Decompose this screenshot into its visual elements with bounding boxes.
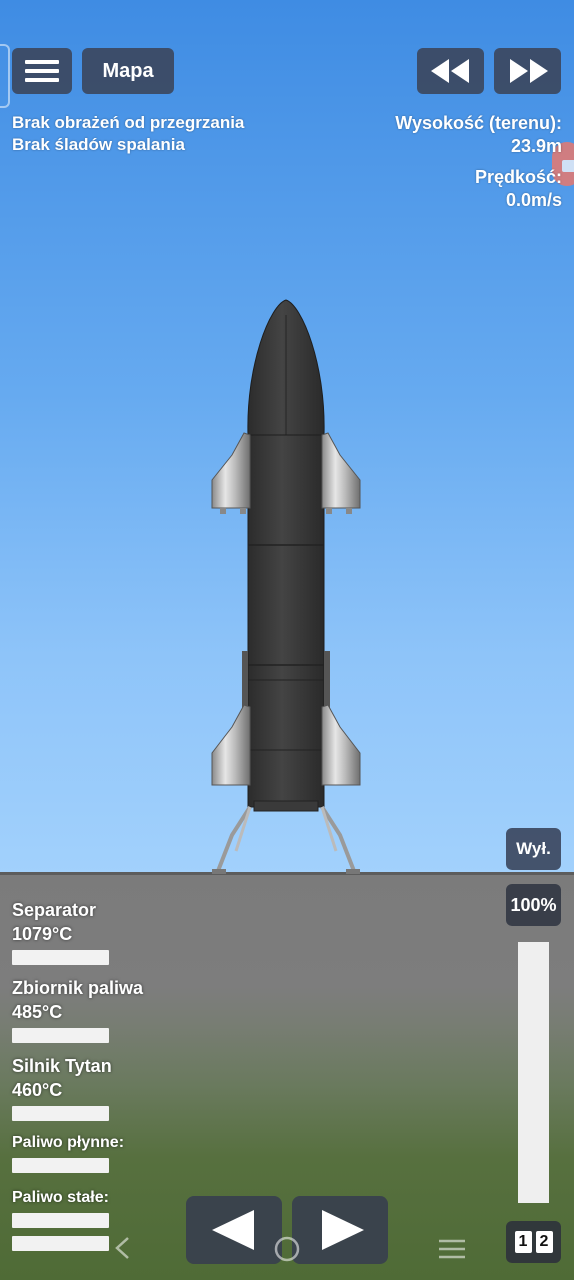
speed-value: 0.0m/s [505, 190, 562, 210]
upper-right-fin [321, 432, 361, 509]
rocket[interactable] [200, 295, 370, 877]
temp-engine: Silnik Tytan 460°C [12, 1056, 112, 1100]
menu-button[interactable] [12, 48, 72, 94]
speed-label: Prędkość: [474, 167, 562, 187]
fuel-tank [247, 434, 325, 808]
upper-left-fin [211, 432, 251, 509]
temp-bar-engine [12, 1106, 109, 1121]
rewind-button[interactable] [417, 48, 484, 94]
lower-right-fin [321, 704, 361, 786]
burn-status-text: Brak śladów spalania [12, 135, 185, 154]
temp-fuel-tank: Zbiornik paliwa 485°C [12, 978, 144, 1022]
liquid-fuel-label: Paliwo płynne: [12, 1134, 125, 1151]
lower-left-fin [211, 704, 251, 786]
right-landing-leg [320, 805, 356, 872]
system-navigation-bar [115, 1236, 465, 1262]
throttle-percent: 100% [506, 884, 561, 926]
liquid-fuel-bar [12, 1158, 109, 1173]
map-button[interactable]: Mapa [82, 48, 174, 94]
engine [253, 800, 319, 812]
temp-bar-separator [12, 950, 109, 965]
left-landing-leg [216, 805, 252, 872]
damage-status: Brak obrażeń od przegrzania Brak śladów … [12, 112, 244, 156]
telemetry-panel: Wysokość (terenu): 23.9m Prędkość: 0.0m/… [395, 112, 562, 212]
side-panel-handle[interactable] [0, 44, 10, 108]
altitude-value: 23.9m [510, 136, 562, 156]
temperature-panel: Separator 1079°C Zbiornik paliwa 485°C S… [12, 898, 147, 1262]
temp-bar-fuel-tank [12, 1028, 109, 1043]
fast-forward-button[interactable] [494, 48, 561, 94]
home-icon [274, 1236, 300, 1262]
altitude-label: Wysokość (terenu): [395, 113, 562, 133]
solid-fuel-label: Paliwo stałe: [12, 1189, 109, 1206]
fast-forward-icon [509, 59, 548, 83]
rewind-icon [430, 59, 469, 83]
bubble-icon [562, 160, 574, 172]
solid-fuel-bar [12, 1213, 109, 1228]
overheat-status-text: Brak obrażeń od przegrzania [12, 113, 245, 132]
hamburger-menu-icon [25, 55, 59, 87]
back-icon [115, 1237, 129, 1259]
recents-icon [439, 1239, 465, 1259]
throttle-slider[interactable] [518, 942, 549, 1203]
temp-separator: Separator 1079°C [12, 900, 97, 944]
engine-toggle-button[interactable]: Wył. [506, 828, 561, 870]
